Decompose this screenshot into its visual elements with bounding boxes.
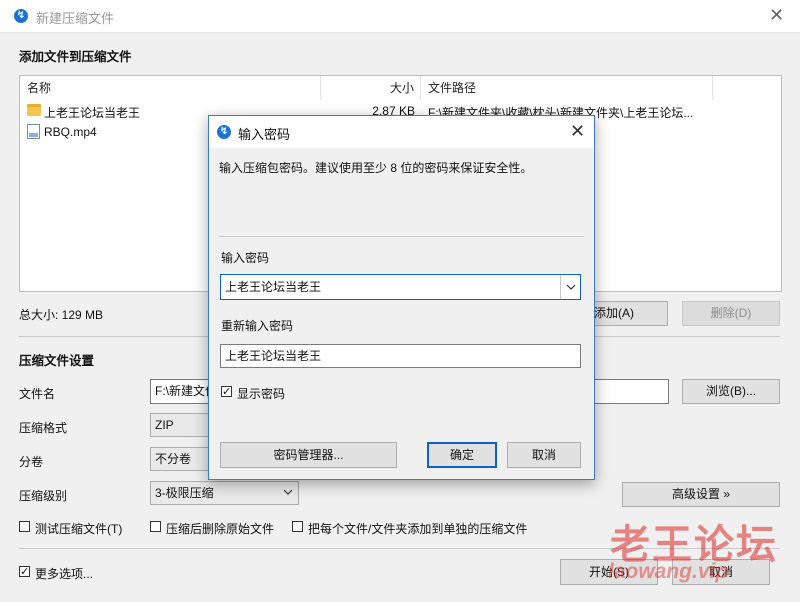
delete-after-label[interactable]: 压缩后删除原始文件 bbox=[166, 520, 274, 537]
dialog-app-icon: ↯ bbox=[217, 125, 231, 139]
show-password-label[interactable]: 显示密码 bbox=[237, 385, 285, 402]
chevron-down-icon bbox=[284, 489, 292, 495]
level-select[interactable]: 3-极限压缩 bbox=[150, 481, 299, 505]
checkmark-icon: ✓ bbox=[222, 386, 232, 398]
dialog-title: 输入密码 bbox=[238, 127, 291, 142]
separate-archives-label[interactable]: 把每个文件/文件夹添加到单独的压缩文件 bbox=[308, 520, 527, 537]
level-label: 压缩级别 bbox=[19, 489, 68, 503]
delete-after-checkbox[interactable] bbox=[150, 521, 161, 532]
total-size-text: 总大小: 129 MB bbox=[19, 308, 104, 322]
password-label: 输入密码 bbox=[221, 251, 270, 265]
column-header-path[interactable]: 文件路径 bbox=[421, 76, 713, 100]
password-dialog: ↯ 输入密码 ✕ 输入压缩包密码。建议使用至少 8 位的密码来保证安全性。 输入… bbox=[208, 115, 595, 480]
dialog-description: 输入压缩包密码。建议使用至少 8 位的密码来保证安全性。 bbox=[219, 161, 533, 175]
file-name: 上老王论坛当老王 bbox=[44, 106, 141, 120]
reenter-password-label: 重新输入密码 bbox=[221, 319, 294, 333]
chevron-down-icon[interactable] bbox=[566, 283, 576, 291]
more-options-checkbox[interactable]: ✓ bbox=[19, 566, 30, 578]
show-password-checkbox[interactable]: ✓ bbox=[221, 386, 232, 398]
add-files-section-title: 添加文件到压缩文件 bbox=[19, 50, 132, 64]
format-label: 压缩格式 bbox=[19, 421, 68, 435]
combo-separator bbox=[560, 275, 561, 299]
test-archive-checkbox[interactable] bbox=[19, 521, 30, 532]
format-select-value: ZIP bbox=[155, 418, 174, 432]
browse-button[interactable]: 浏览(B)... bbox=[682, 379, 780, 404]
video-file-icon bbox=[27, 124, 40, 139]
more-options-label[interactable]: 更多选项... bbox=[35, 565, 93, 582]
column-header-size[interactable]: 大小 bbox=[321, 76, 421, 100]
password-input-value: 上老王论坛当老王 bbox=[225, 280, 322, 294]
checkmark-icon: ✓ bbox=[20, 566, 30, 578]
delete-button[interactable]: 删除(D) bbox=[682, 301, 780, 326]
main-close-icon[interactable]: ✕ bbox=[769, 6, 784, 24]
dialog-titlebar: ↯ 输入密码 ✕ bbox=[209, 116, 594, 148]
main-titlebar: ↯ 新建压缩文件 ✕ bbox=[0, 0, 800, 33]
split-label: 分卷 bbox=[19, 455, 44, 469]
dialog-divider bbox=[219, 236, 584, 237]
password-input[interactable]: 上老王论坛当老王 bbox=[220, 274, 581, 300]
dialog-cancel-button[interactable]: 取消 bbox=[507, 442, 581, 468]
folder-icon bbox=[27, 104, 41, 116]
advanced-settings-button[interactable]: 高级设置 » bbox=[622, 482, 780, 507]
split-select-value: 不分卷 bbox=[155, 452, 192, 466]
reenter-password-input[interactable]: 上老王论坛当老王 bbox=[220, 344, 581, 368]
watermark-url: laowang.vip bbox=[608, 560, 729, 583]
separate-archives-checkbox[interactable] bbox=[292, 521, 303, 532]
main-window-title: 新建压缩文件 bbox=[36, 11, 115, 26]
filename-label: 文件名 bbox=[19, 387, 56, 401]
dialog-close-icon[interactable]: ✕ bbox=[570, 122, 585, 140]
test-archive-label[interactable]: 测试压缩文件(T) bbox=[35, 520, 122, 537]
level-select-value: 3-极限压缩 bbox=[155, 486, 214, 500]
app-icon: ↯ bbox=[14, 9, 28, 23]
column-header-name[interactable]: 名称 bbox=[20, 76, 321, 100]
file-name: RBQ.mp4 bbox=[44, 125, 97, 139]
password-manager-button[interactable]: 密码管理器... bbox=[220, 442, 397, 468]
ok-button[interactable]: 确定 bbox=[427, 442, 497, 468]
archive-settings-title: 压缩文件设置 bbox=[19, 354, 95, 368]
